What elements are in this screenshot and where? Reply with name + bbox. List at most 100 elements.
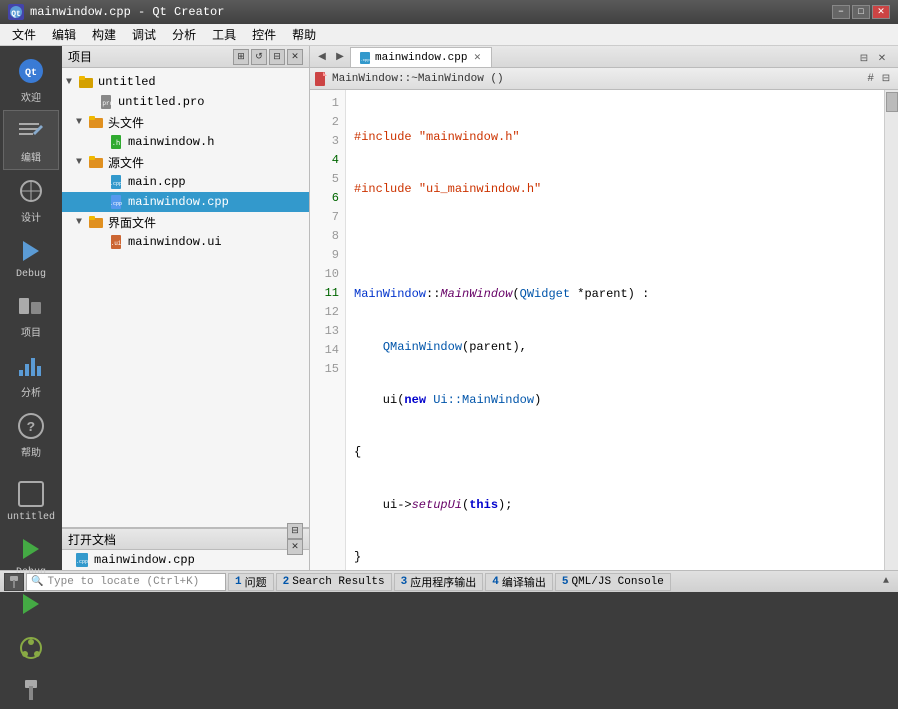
project-header-title: 项目 xyxy=(68,48,233,65)
tab-next-btn[interactable]: ▶ xyxy=(332,49,348,65)
project-filter-btn[interactable]: ⊞ xyxy=(233,49,249,65)
statusbar-tab-1[interactable]: 1 问题 xyxy=(228,573,274,591)
tree-arrow: ▼ xyxy=(66,77,78,88)
code-content[interactable]: #include "mainwindow.h" #include "ui_mai… xyxy=(346,90,884,570)
line-num-9: 9 xyxy=(310,246,345,265)
statusbar-tab-3[interactable]: 3 应用程序输出 xyxy=(394,573,484,591)
hash-symbol: # xyxy=(867,73,874,85)
tree-item-label: mainwindow.cpp xyxy=(128,195,229,209)
svg-text:.cpp: .cpp xyxy=(110,201,122,207)
menu-item-调试[interactable]: 调试 xyxy=(124,24,164,45)
maximize-button[interactable]: □ xyxy=(852,5,870,19)
search-placeholder: Type to locate (Ctrl+K) xyxy=(47,576,199,588)
split-editor-btn[interactable]: ⊟ xyxy=(856,51,872,67)
project-sync-btn[interactable]: ↺ xyxy=(251,49,267,65)
welcome-icon: Qt xyxy=(15,55,47,87)
tree-item-mainwindow-h[interactable]: ▶ .h mainwindow.h xyxy=(62,132,309,152)
sidebar-btn-analyze[interactable]: 分析 xyxy=(3,345,59,405)
svg-text:.cpp: .cpp xyxy=(76,559,88,565)
project-panel: 项目 ⊞ ↺ ⊟ ✕ ▼ untitled ▶ .pro xyxy=(62,46,310,570)
close-editor-btn[interactable]: ✕ xyxy=(874,51,890,67)
sidebar-btn-untitled2[interactable]: untitled xyxy=(3,473,59,528)
sidebar-btn-edit[interactable]: 编辑 xyxy=(3,110,59,170)
statusbar-tab-2[interactable]: 2 Search Results xyxy=(276,573,392,591)
tree-item-mainwindow-ui[interactable]: ▶ .ui mainwindow.ui xyxy=(62,232,309,252)
sidebar-label-untitled2: untitled xyxy=(7,512,55,523)
run-icon xyxy=(15,588,47,620)
menu-item-分析[interactable]: 分析 xyxy=(164,24,204,45)
minimize-button[interactable]: − xyxy=(832,5,850,19)
code-line-5: QMainWindow(parent), xyxy=(354,338,876,357)
edit-icon xyxy=(15,115,47,147)
sidebar-btn-debug[interactable]: Debug xyxy=(3,230,59,285)
open-doc-label: mainwindow.cpp xyxy=(94,553,195,567)
svg-text:.pro: .pro xyxy=(99,100,113,107)
tree-item-untitled[interactable]: ▼ untitled xyxy=(62,72,309,92)
line-num-15: 15 xyxy=(310,360,345,379)
title-bar: Qt mainwindow.cpp - Qt Creator − □ ✕ xyxy=(0,0,898,24)
tab-num-5: 5 xyxy=(562,576,569,588)
tab-num-3: 3 xyxy=(401,576,408,588)
tree-item-source-folder[interactable]: ▼ 源文件 xyxy=(62,152,309,172)
tree-arrow: ▼ xyxy=(76,117,88,128)
sidebar-btn-hammer2[interactable] xyxy=(3,671,59,709)
sidebar-btn-help[interactable]: ?帮助 xyxy=(3,405,59,465)
line-num-3: 3 xyxy=(310,132,345,151)
menu-item-工具[interactable]: 工具 xyxy=(204,24,244,45)
project-close-btn[interactable]: ✕ xyxy=(287,49,303,65)
analyze-icon xyxy=(15,350,47,382)
tab-close-btn[interactable]: ✕ xyxy=(471,52,483,64)
project-split-btn[interactable]: ⊟ xyxy=(269,49,285,65)
open-docs-split-btn[interactable]: ⊟ xyxy=(287,523,303,539)
editor-toolbar: MainWindow::~MainWindow () # ⊟ xyxy=(310,68,898,90)
open-docs-actions: ⊟ ✕ xyxy=(287,523,303,555)
code-editor[interactable]: 1 2 3 4 5 6 7 8 9 10 11 12 13 14 15 #inc… xyxy=(310,90,898,570)
sidebar-btn-project[interactable]: 项目 xyxy=(3,285,59,345)
line-num-1: 1 xyxy=(310,94,345,113)
statusbar-tab-5[interactable]: 5 QML/JS Console xyxy=(555,573,671,591)
menu-item-帮助[interactable]: 帮助 xyxy=(284,24,324,45)
tree-item-main-cpp[interactable]: ▶ .cpp main.cpp xyxy=(62,172,309,192)
search-box[interactable]: 🔍 Type to locate (Ctrl+K) xyxy=(26,573,226,591)
line-num-12: 12 xyxy=(310,303,345,322)
sidebar-btn-git[interactable] xyxy=(3,627,59,671)
hammer-icon[interactable] xyxy=(4,573,24,591)
editor-split-btn[interactable]: ⊟ xyxy=(878,71,894,87)
tab-num-2: 2 xyxy=(283,576,290,588)
svg-text:.cpp: .cpp xyxy=(110,181,122,187)
svg-text:.cpp: .cpp xyxy=(360,59,370,63)
tree-item-header-folder[interactable]: ▼ 头文件 xyxy=(62,112,309,132)
tab-label-4: 编译输出 xyxy=(502,574,546,590)
sidebar-btn-design[interactable]: 设计 xyxy=(3,170,59,230)
statusbar-expand-btn[interactable]: ▲ xyxy=(878,574,894,590)
open-docs-close-btn[interactable]: ✕ xyxy=(287,539,303,555)
line-num-10: 10 xyxy=(310,265,345,284)
help-icon: ? xyxy=(15,410,47,442)
open-doc-mainwindow-cpp[interactable]: .cpp mainwindow.cpp xyxy=(62,550,309,570)
menu-item-编辑[interactable]: 编辑 xyxy=(44,24,84,45)
line-num-4: 4 xyxy=(310,151,345,170)
tree-item-mainwindow-cpp[interactable]: ▶ .cpp mainwindow.cpp xyxy=(62,192,309,212)
sidebar-btn-welcome[interactable]: Qt 欢迎 xyxy=(3,50,59,110)
code-line-3 xyxy=(354,233,876,252)
menu-item-文件[interactable]: 文件 xyxy=(4,24,44,45)
untitled2-icon xyxy=(15,478,47,510)
editor-tab-mainwindow-cpp[interactable]: .cpp mainwindow.cpp ✕ xyxy=(350,47,492,67)
cpp-file-icon: .cpp xyxy=(108,194,124,210)
close-button[interactable]: ✕ xyxy=(872,5,890,19)
tree-item-pro[interactable]: ▶ .pro untitled.pro xyxy=(62,92,309,112)
debug2-icon xyxy=(15,533,47,565)
tree-item-label: main.cpp xyxy=(128,175,186,189)
tree-arrow: ▼ xyxy=(76,157,88,168)
sidebar-label-welcome: 欢迎 xyxy=(21,89,41,105)
project-tree: ▼ untitled ▶ .pro untitled.pro ▼ xyxy=(62,68,309,527)
folder-icon xyxy=(88,114,104,130)
statusbar-tab-4[interactable]: 4 编译输出 xyxy=(485,573,553,591)
tree-item-ui-folder[interactable]: ▼ 界面文件 xyxy=(62,212,309,232)
line-num-7: 7 xyxy=(310,208,345,227)
scrollbar[interactable] xyxy=(884,90,898,570)
menu-item-构建[interactable]: 构建 xyxy=(84,24,124,45)
tab-prev-btn[interactable]: ◀ xyxy=(314,49,330,65)
scroll-thumb[interactable] xyxy=(886,92,898,112)
menu-item-控件[interactable]: 控件 xyxy=(244,24,284,45)
